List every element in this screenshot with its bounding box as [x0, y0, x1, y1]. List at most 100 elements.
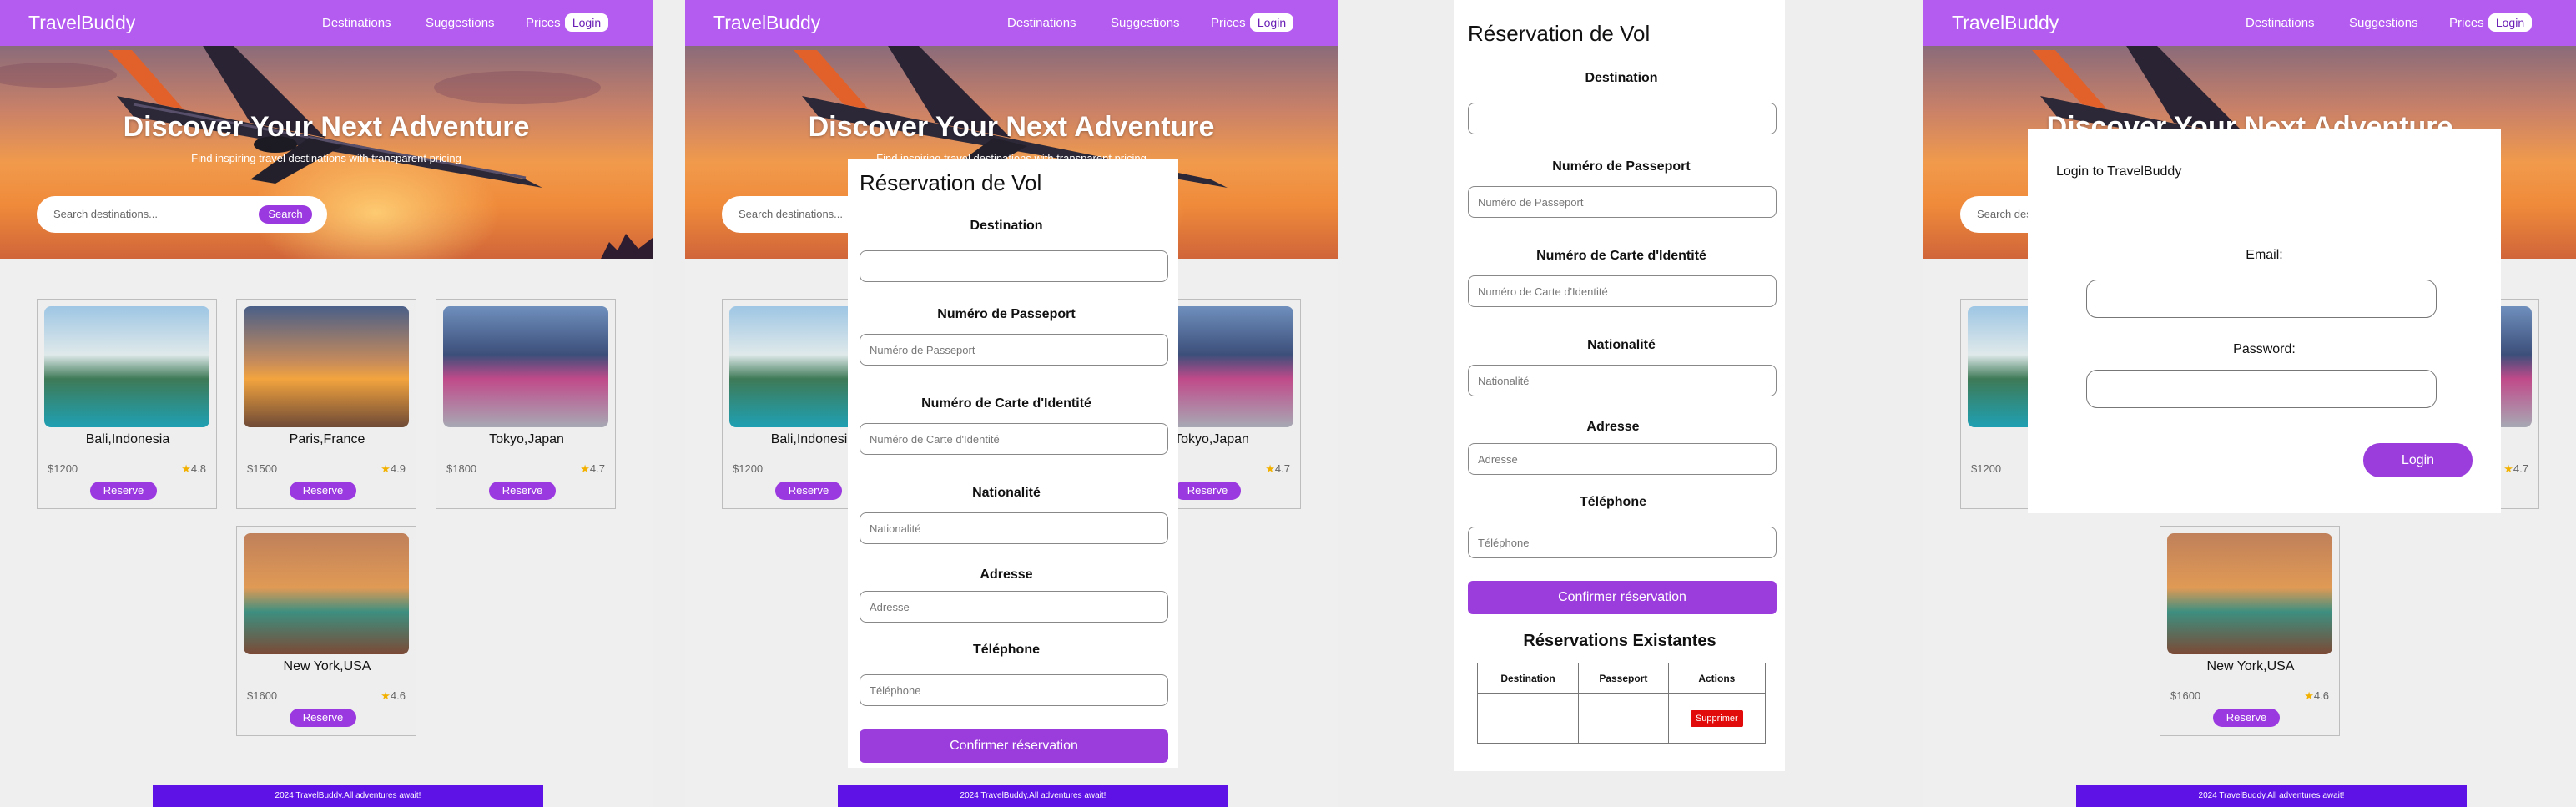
destination-rating: ★4.7 [2503, 462, 2528, 475]
column-header: Destination [1476, 663, 1580, 694]
form-title: Réservation de Vol [860, 170, 1042, 195]
hero-subtitle: Find inspiring travel destinations with … [191, 152, 461, 164]
field-label: Téléphone [1579, 495, 1646, 509]
field-label: Numéro de Passeport [937, 307, 1076, 321]
star-icon: ★ [381, 689, 391, 702]
search-placeholder: Search destinations... [739, 208, 844, 220]
confirm-reservation-button[interactable]: Confirmer réservation [860, 729, 1168, 763]
destination-price: $1600 [2170, 689, 2201, 702]
reserve-button[interactable]: Reserve [1174, 482, 1241, 500]
search-placeholder: Search destinations... [53, 208, 159, 220]
destination-name: New York,USA [2206, 659, 2295, 673]
id-card-input[interactable]: Numéro de Carte d'Identité [1468, 275, 1777, 307]
destination-price: $1200 [733, 462, 764, 475]
delete-button[interactable]: Supprimer [1690, 709, 1743, 727]
reserve-button[interactable]: Reserve [775, 482, 842, 500]
destination-name: New York,USA [283, 659, 371, 673]
existing-reservations-title: Réservations Existantes [1523, 632, 1716, 650]
paris-image [244, 306, 409, 427]
nav-suggestions[interactable]: Suggestions [2349, 16, 2418, 30]
destination-card: Paris,France $1500 ★4.9 Reserve [236, 299, 416, 509]
bali-image [44, 306, 209, 427]
phone-input[interactable]: Téléphone [1468, 527, 1777, 558]
table-row: Supprimer [1476, 693, 1767, 744]
nav-prices[interactable]: Prices [526, 16, 561, 30]
nav-destinations[interactable]: Destinations [1007, 16, 1076, 30]
nationality-input[interactable]: Nationalité [860, 512, 1168, 544]
address-input[interactable]: Adresse [1468, 443, 1777, 475]
field-label: Destination [1585, 71, 1658, 85]
newyork-image [2167, 533, 2332, 654]
id-card-input[interactable]: Numéro de Carte d'Identité [860, 423, 1168, 455]
destination-price: $1200 [1971, 462, 2002, 475]
destination-name: Paris,France [289, 432, 365, 446]
search-input[interactable]: Search destinations... Search [37, 196, 327, 233]
destination-rating: ★4.9 [381, 462, 406, 475]
destination-price: $1600 [247, 689, 278, 702]
header-bar: TravelBuddy Destinations Suggestions Pri… [0, 0, 653, 46]
login-button[interactable]: Login [2488, 13, 2532, 32]
reserve-button[interactable]: Reserve [290, 709, 356, 727]
destination-rating: ★4.7 [580, 462, 605, 475]
nav-prices[interactable]: Prices [1211, 16, 1246, 30]
tokyo-image [443, 306, 608, 427]
star-icon: ★ [381, 462, 391, 475]
hero-title: Discover Your Next Adventure [123, 111, 530, 143]
field-label: Destination [970, 219, 1043, 233]
passport-input[interactable]: Numéro de Passeport [1468, 186, 1777, 218]
reserve-button[interactable]: Reserve [489, 482, 556, 500]
address-input[interactable]: Adresse [860, 591, 1168, 623]
search-button[interactable]: Search [259, 205, 312, 224]
field-label: Numéro de Carte d'Identité [921, 396, 1091, 411]
passport-input[interactable]: Numéro de Passeport [860, 334, 1168, 366]
brand-logo[interactable]: TravelBuddy [713, 12, 820, 34]
star-icon: ★ [2304, 689, 2314, 702]
star-icon: ★ [580, 462, 590, 475]
email-field[interactable] [2086, 280, 2437, 318]
login-button[interactable]: Login [1250, 13, 1293, 32]
field-label: Nationalité [972, 486, 1041, 500]
nav-destinations[interactable]: Destinations [322, 16, 391, 30]
login-button[interactable]: Login [565, 13, 608, 32]
destination-card: New York,USA $1600 ★4.6 Reserve [236, 526, 416, 736]
home-reservation-overlay-screen: TravelBuddy Destinations Suggestions Pri… [685, 0, 1338, 807]
nav-suggestions[interactable]: Suggestions [426, 16, 495, 30]
destination-input[interactable] [860, 250, 1168, 282]
nav-suggestions[interactable]: Suggestions [1111, 16, 1180, 30]
column-header: Actions [1667, 663, 1767, 694]
footer: 2024 TravelBuddy.All adventures await! [838, 785, 1228, 807]
destination-price: $1500 [247, 462, 278, 475]
nav-destinations[interactable]: Destinations [2246, 16, 2315, 30]
destination-name: Bali,Indonesia [85, 432, 170, 446]
hero-title: Discover Your Next Adventure [808, 111, 1215, 143]
login-modal-title: Login to TravelBuddy [2056, 164, 2182, 179]
star-icon: ★ [1265, 462, 1275, 475]
palm-silhouette [601, 234, 653, 259]
footer: 2024 TravelBuddy.All adventures await! [2076, 785, 2467, 807]
reserve-button[interactable]: Reserve [290, 482, 356, 500]
field-label: Nationalité [1587, 338, 1656, 352]
password-field[interactable] [2086, 370, 2437, 408]
destination-card: Tokyo,Japan $1800 ★4.7 Reserve [436, 299, 616, 509]
field-label: Numéro de Carte d'Identité [1536, 249, 1706, 263]
reservation-modal: Réservation de Vol Destination Numéro de… [848, 159, 1178, 768]
destination-input[interactable] [1468, 103, 1777, 134]
brand-logo[interactable]: TravelBuddy [1952, 12, 2059, 34]
header-bar: TravelBuddy Destinations Suggestions Pri… [685, 0, 1338, 46]
reserve-button[interactable]: Reserve [90, 482, 157, 500]
form-title: Réservation de Vol [1468, 21, 1651, 46]
login-submit-button[interactable]: Login [2363, 443, 2473, 477]
destination-rating: ★4.6 [381, 689, 406, 702]
login-screen: TravelBuddy Destinations Suggestions Pri… [1923, 0, 2576, 807]
home-screen: TravelBuddy Destinations Suggestions Pri… [0, 0, 653, 807]
brand-logo[interactable]: TravelBuddy [28, 12, 135, 34]
nav-prices[interactable]: Prices [2449, 16, 2484, 30]
confirm-reservation-button[interactable]: Confirmer réservation [1468, 581, 1777, 614]
newyork-image [244, 533, 409, 654]
phone-input[interactable]: Téléphone [860, 674, 1168, 706]
nationality-input[interactable]: Nationalité [1468, 365, 1777, 396]
hero-banner: Discover Your Next Adventure Find inspir… [0, 46, 653, 259]
reserve-button[interactable]: Reserve [2213, 709, 2280, 727]
destination-rating: ★4.7 [1265, 462, 1290, 475]
field-label: Téléphone [972, 643, 1040, 657]
